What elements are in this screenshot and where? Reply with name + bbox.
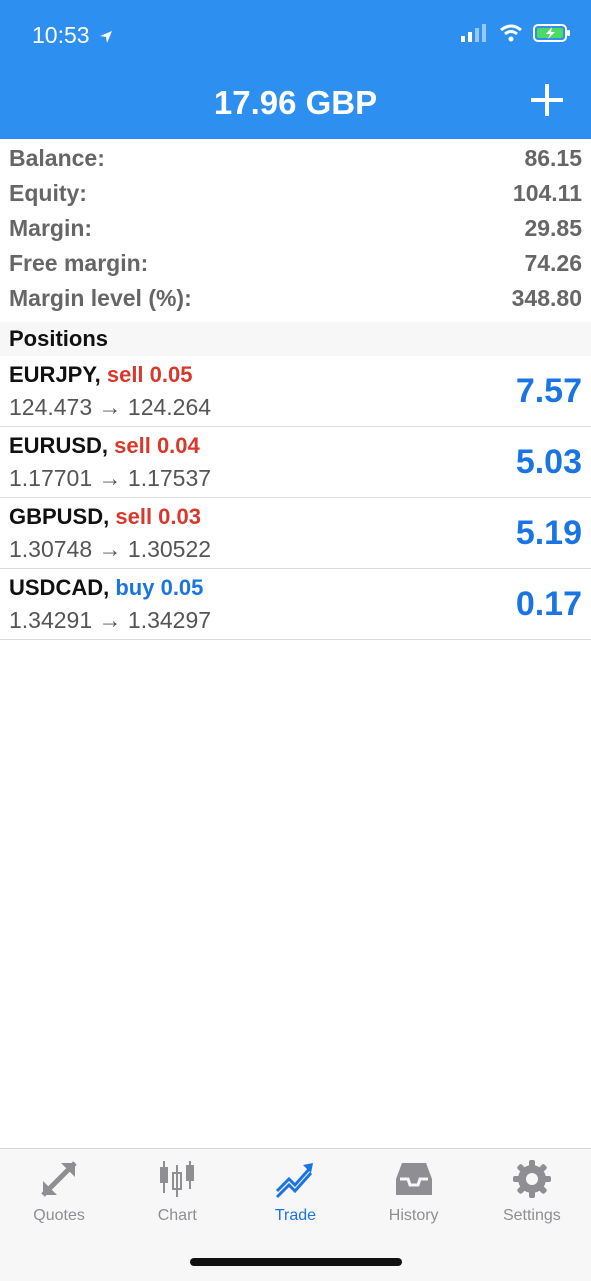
position-symbol: EURUSD, (9, 433, 109, 458)
tab-quotes[interactable]: Quotes (0, 1149, 118, 1281)
free-margin-value: 74.26 (524, 250, 582, 276)
equity-label: Equity: (9, 180, 87, 206)
margin-label: Margin: (9, 215, 93, 241)
equity-row: Equity: 104.11 (0, 176, 591, 211)
position-title: EURJPY, sell 0.05 (9, 362, 192, 388)
top-bar: 10:53 17.96 GBP (0, 0, 591, 139)
tab-quotes-label: Quotes (33, 1207, 85, 1224)
gear-icon (512, 1160, 551, 1198)
position-prices: 1.34291 → 1.34297 (9, 607, 211, 634)
open-price: 124.473 (9, 394, 93, 420)
status-time: 10:53 (32, 22, 114, 49)
tab-trade-label: Trade (274, 1207, 317, 1224)
tab-settings[interactable]: Settings (473, 1149, 591, 1281)
position-profit: 5.19 (515, 514, 582, 552)
position-symbol: EURJPY, (9, 362, 101, 387)
status-time-text: 10:53 (32, 22, 90, 48)
position-title: GBPUSD, sell 0.03 (9, 504, 201, 530)
trade-icon (276, 1163, 314, 1199)
position-side: sell 0.05 (106, 362, 193, 387)
status-icons (461, 24, 571, 42)
position-row-usdcad[interactable]: USDCAD, buy 0.05 1.34291 → 1.34297 0.17 (0, 569, 591, 640)
position-row-eurjpy[interactable]: EURJPY, sell 0.05 124.473 → 124.264 7.57 (0, 356, 591, 427)
position-prices: 1.17701 → 1.17537 (9, 465, 211, 492)
margin-level-row: Margin level (%): 348.80 (0, 281, 591, 316)
current-price: 1.30522 (127, 536, 212, 562)
signal-icon (461, 24, 486, 42)
price-arrow: → (98, 607, 122, 633)
free-margin-row: Free margin: 74.26 (0, 246, 591, 281)
balance-label: Balance: (9, 145, 105, 171)
battery-icon (533, 24, 570, 42)
position-profit: 0.17 (515, 585, 582, 623)
position-prices: 1.30748 → 1.30522 (9, 536, 211, 563)
margin-level-value: 348.80 (511, 285, 582, 311)
price-arrow: → (98, 536, 122, 562)
tab-settings-label: Settings (502, 1207, 561, 1224)
account-summary: Balance: 86.15 Equity: 104.11 Margin: 29… (0, 141, 591, 316)
open-price: 1.34291 (9, 607, 93, 633)
position-symbol: USDCAD, (9, 575, 110, 600)
margin-level-label: Margin level (%): (9, 285, 192, 311)
position-side: buy 0.05 (115, 575, 204, 600)
balance-row: Balance: 86.15 (0, 141, 591, 176)
positions-list: EURJPY, sell 0.05 124.473 → 124.264 7.57… (0, 356, 591, 640)
new-order-button[interactable] (529, 82, 565, 118)
tab-history-label: History (388, 1207, 439, 1224)
margin-value: 29.85 (524, 215, 582, 241)
current-price: 1.17537 (127, 465, 212, 491)
free-margin-label: Free margin: (9, 250, 149, 276)
position-side: sell 0.04 (114, 433, 200, 458)
location-arrow-icon (99, 30, 112, 43)
wifi-icon (500, 24, 522, 42)
account-profit-title: 17.96 GBP (213, 84, 378, 121)
price-arrow: → (98, 394, 122, 420)
quotes-icon (41, 1161, 77, 1197)
position-profit: 7.57 (515, 372, 582, 410)
tab-chart-label: Chart (157, 1207, 197, 1224)
position-symbol: GBPUSD, (9, 504, 110, 529)
home-indicator (190, 1258, 402, 1266)
position-title: USDCAD, buy 0.05 (9, 575, 203, 601)
position-row-gbpusd[interactable]: GBPUSD, sell 0.03 1.30748 → 1.30522 5.19 (0, 498, 591, 569)
chart-icon (160, 1161, 195, 1197)
balance-value: 86.15 (524, 145, 582, 171)
position-profit: 5.03 (515, 443, 582, 481)
position-title: EURUSD, sell 0.04 (9, 433, 200, 459)
current-price: 124.264 (127, 394, 212, 420)
history-icon (395, 1163, 432, 1195)
position-prices: 124.473 → 124.264 (9, 394, 211, 421)
position-side: sell 0.03 (115, 504, 202, 529)
open-price: 1.30748 (9, 536, 93, 562)
current-price: 1.34297 (127, 607, 212, 633)
equity-value: 104.11 (512, 180, 582, 206)
price-arrow: → (98, 465, 122, 491)
margin-row: Margin: 29.85 (0, 211, 591, 246)
positions-header: Positions (0, 322, 591, 356)
position-row-eurusd[interactable]: EURUSD, sell 0.04 1.17701 → 1.17537 5.03 (0, 427, 591, 498)
open-price: 1.17701 (9, 465, 93, 491)
